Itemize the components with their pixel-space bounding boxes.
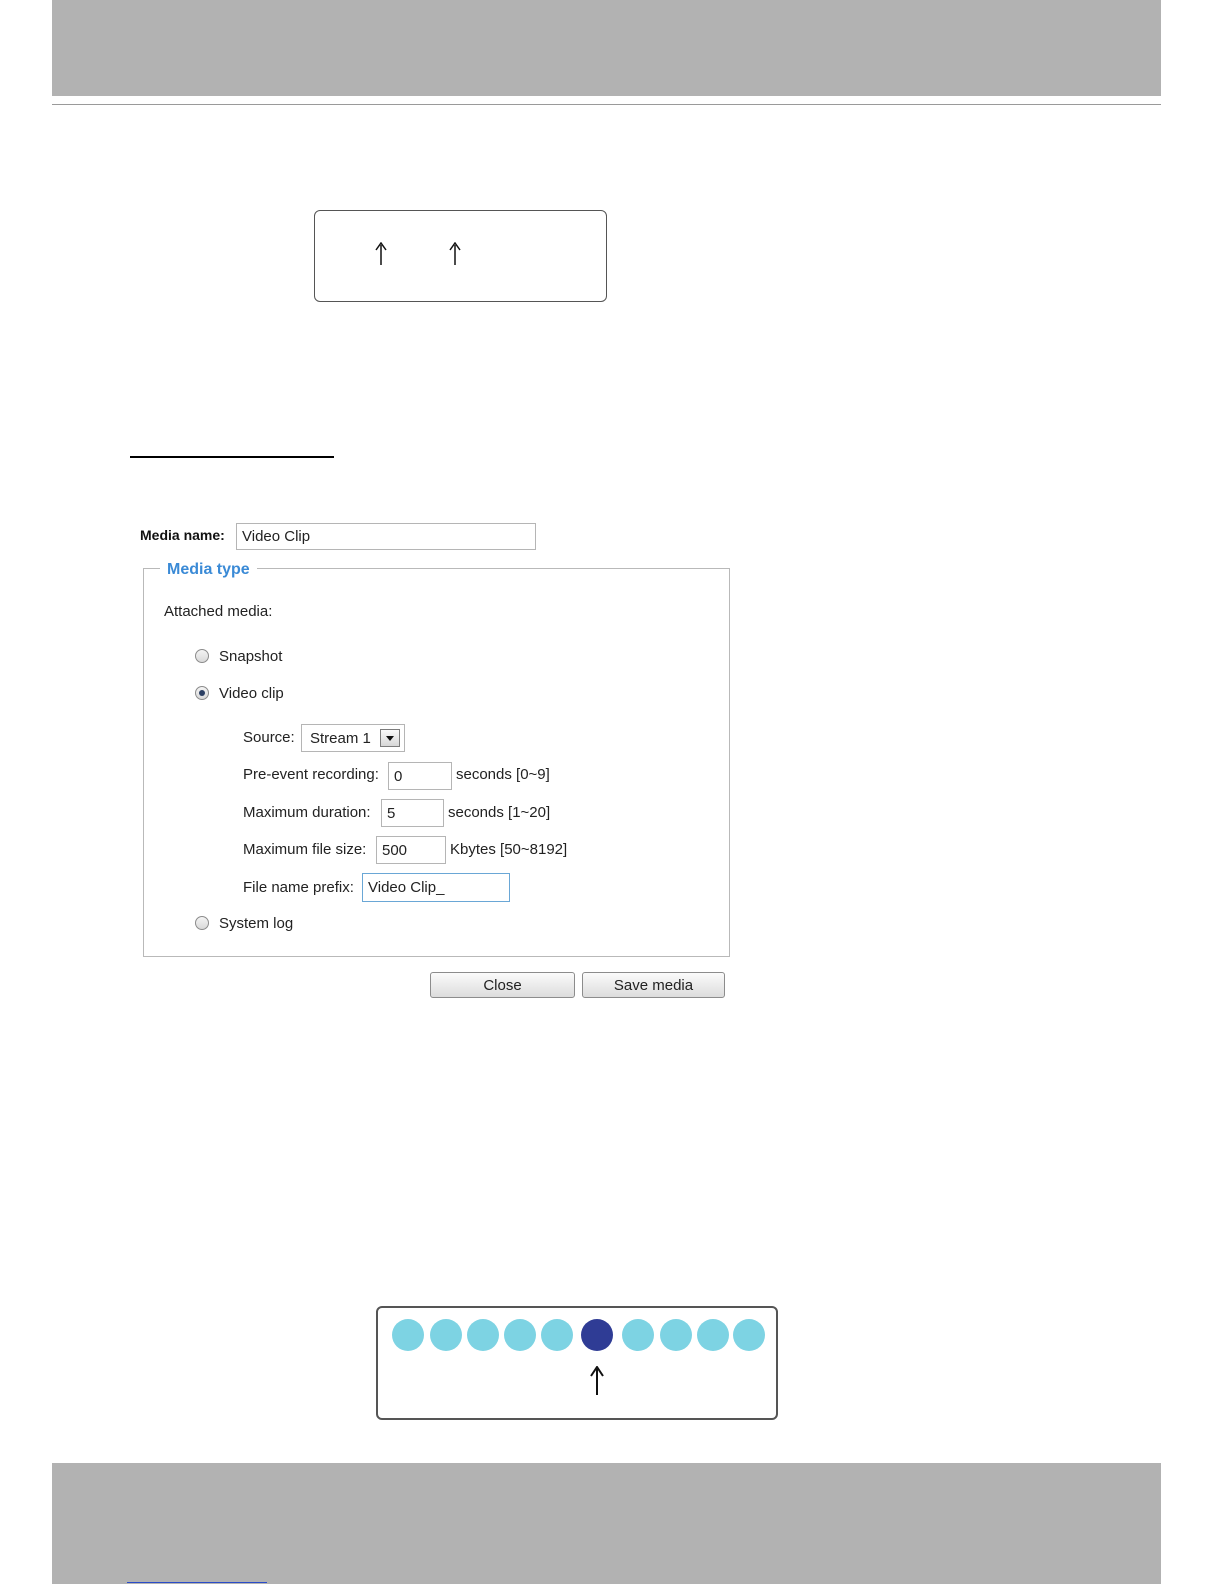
chevron-down-icon[interactable] — [380, 729, 400, 747]
system-log-label[interactable]: System log — [219, 915, 293, 932]
max-file-size-input[interactable] — [376, 836, 446, 864]
header-rule — [52, 104, 1161, 105]
up-arrow-icon — [449, 242, 461, 266]
timeline-dot — [622, 1319, 654, 1351]
max-file-size-label: Maximum file size: — [243, 841, 367, 858]
file-prefix-label: File name prefix: — [243, 879, 354, 896]
media-type-legend: Media type — [160, 561, 257, 579]
video-clip-label[interactable]: Video clip — [219, 685, 284, 702]
max-duration-label: Maximum duration: — [243, 804, 371, 821]
header-band — [52, 0, 1161, 96]
section-heading-underline — [130, 456, 334, 458]
timeline-dot — [504, 1319, 536, 1351]
up-arrow-icon — [590, 1366, 604, 1396]
timeline-dot — [541, 1319, 573, 1351]
save-media-button[interactable]: Save media — [582, 972, 725, 998]
media-name-input[interactable] — [236, 523, 536, 550]
attached-media-label: Attached media: — [164, 603, 273, 620]
pre-event-unit: seconds [0~9] — [456, 766, 550, 783]
timeline-dot — [430, 1319, 462, 1351]
video-clip-radio[interactable] — [195, 686, 209, 700]
timeline-dot — [392, 1319, 424, 1351]
up-arrow-icon — [375, 242, 387, 266]
max-file-size-unit: Kbytes [50~8192] — [450, 841, 568, 858]
pre-event-input[interactable] — [388, 762, 452, 790]
timeline-dot — [467, 1319, 499, 1351]
pre-event-label: Pre-event recording: — [243, 766, 379, 783]
media-name-label: Media name: — [140, 527, 225, 543]
footer-link-underline — [127, 1582, 267, 1583]
footer-band — [52, 1463, 1161, 1584]
close-button[interactable]: Close — [430, 972, 575, 998]
source-label: Source: — [243, 729, 295, 746]
snapshot-label[interactable]: Snapshot — [219, 648, 282, 665]
timeline-dot — [697, 1319, 729, 1351]
snapshot-radio[interactable] — [195, 649, 209, 663]
timeline-dot — [733, 1319, 765, 1351]
max-duration-input[interactable] — [381, 799, 444, 827]
timeline-dot-selected — [581, 1319, 613, 1351]
source-select-value: Stream 1 — [310, 730, 371, 747]
source-select[interactable]: Stream 1 — [301, 724, 405, 752]
system-log-radio[interactable] — [195, 916, 209, 930]
file-prefix-input[interactable] — [362, 873, 510, 902]
max-duration-unit: seconds [1~20] — [448, 804, 551, 821]
timeline-dot — [660, 1319, 692, 1351]
